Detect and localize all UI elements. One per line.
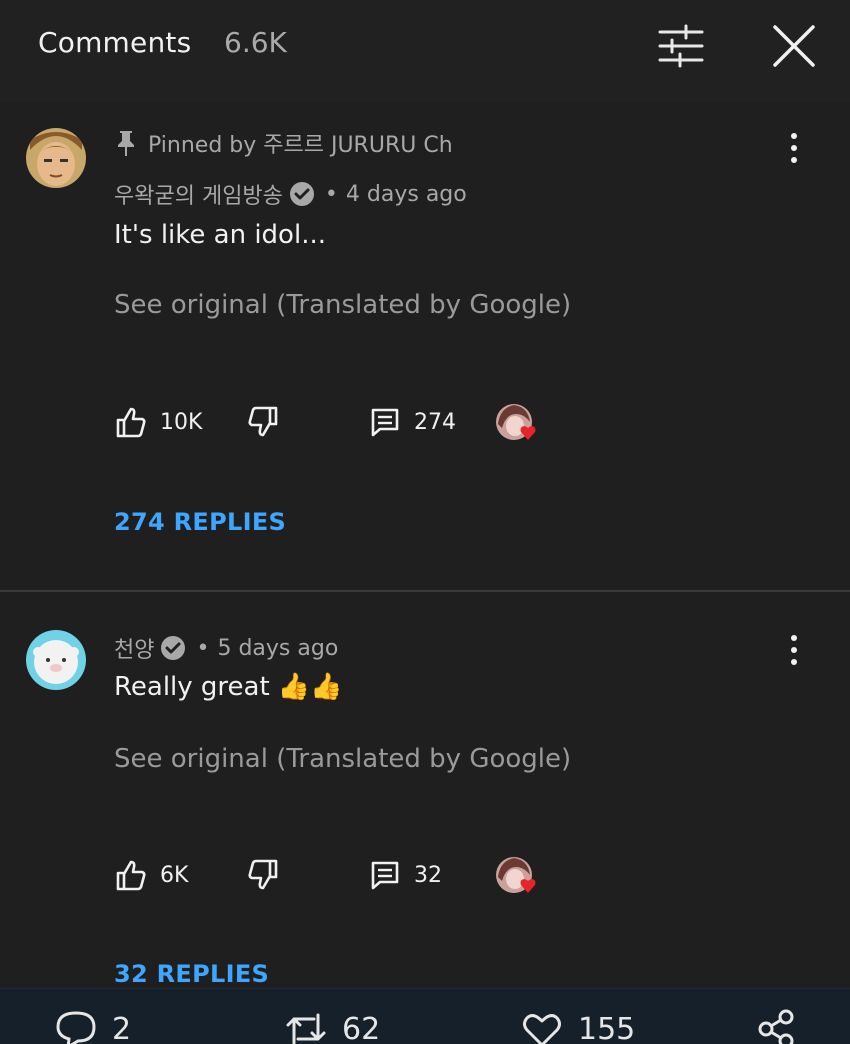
thumbs-up-icon xyxy=(116,407,146,438)
share-action[interactable] xyxy=(754,1007,798,1044)
tweet-action-bar: 2 62 155 xyxy=(0,988,850,1044)
heart-icon xyxy=(523,1014,561,1044)
like-action[interactable]: 155 xyxy=(520,1007,635,1044)
view-replies-button[interactable]: 274 REPLIES xyxy=(114,508,286,536)
like-count: 10K xyxy=(160,409,203,435)
creator-heart-icon xyxy=(496,857,536,893)
pinned-indicator: Pinned by 주르르 JURURU Ch xyxy=(114,128,453,158)
retweet-count: 62 xyxy=(342,1011,381,1044)
author-name[interactable]: 우왁굳의 게임방송 xyxy=(114,178,283,210)
reply-count: 32 xyxy=(414,862,442,888)
header-title: Comments xyxy=(38,26,192,59)
pin-icon xyxy=(118,131,134,156)
reply-button[interactable]: 274 xyxy=(368,402,456,442)
reply-count: 2 xyxy=(112,1011,132,1044)
comment-text: Really great 👍👍 xyxy=(114,672,343,702)
cartoon-face-avatar-icon xyxy=(26,128,86,188)
retweet-action[interactable]: 62 xyxy=(284,1007,380,1044)
comment-meta: 우왁굳의 게임방송 • 4 days ago xyxy=(114,178,467,210)
separator-dot: • xyxy=(324,181,338,207)
close-icon[interactable] xyxy=(770,22,818,70)
comment-time: 4 days ago xyxy=(345,181,467,207)
like-button[interactable]: 6K xyxy=(114,855,188,895)
verified-check-icon xyxy=(161,636,186,660)
avatar[interactable] xyxy=(26,630,86,690)
view-replies-button[interactable]: 32 REPLIES xyxy=(114,960,269,988)
pinned-label: Pinned by 주르르 JURURU Ch xyxy=(148,133,453,158)
like-count: 155 xyxy=(578,1011,636,1044)
reply-count: 274 xyxy=(414,409,456,435)
avatar[interactable] xyxy=(26,128,86,188)
separator-dot: • xyxy=(196,635,210,661)
comment-actions: 10K 274 xyxy=(114,402,574,442)
retweet-icon xyxy=(286,1013,326,1044)
author-name[interactable]: 천양 xyxy=(114,632,154,664)
comment-meta: 천양 • 5 days ago xyxy=(114,632,338,664)
reply-button[interactable]: 32 xyxy=(368,855,442,895)
comment-count: 6.6K xyxy=(224,26,287,59)
like-button[interactable]: 10K xyxy=(114,402,202,442)
comment-actions: 6K 32 xyxy=(114,855,574,895)
comment-icon xyxy=(371,861,399,890)
comment-icon xyxy=(371,408,399,437)
more-vert-icon[interactable] xyxy=(778,630,810,670)
thumbs-down-icon xyxy=(248,859,278,890)
share-icon xyxy=(758,1009,794,1044)
comment-thread: Pinned by 주르르 JURURU Ch 우왁굳의 게임방송 • 4 da… xyxy=(0,102,850,590)
thumbs-down-icon xyxy=(248,406,278,437)
verified-check-icon xyxy=(289,182,314,206)
creator-heart-icon xyxy=(496,404,536,440)
comment-text: It's like an idol... xyxy=(114,220,326,250)
dislike-button[interactable] xyxy=(246,855,280,895)
like-count: 6K xyxy=(160,862,189,888)
more-vert-icon[interactable] xyxy=(778,128,810,168)
comment-time: 5 days ago xyxy=(217,635,339,661)
dislike-button[interactable] xyxy=(246,402,280,442)
see-original-link[interactable]: See original (Translated by Google) xyxy=(114,290,571,320)
reply-action[interactable]: 2 xyxy=(54,1007,131,1044)
see-original-link[interactable]: See original (Translated by Google) xyxy=(114,744,571,774)
comment-thread: 천양 • 5 days ago Really great 👍👍 See orig… xyxy=(0,592,850,990)
sheep-avatar-icon xyxy=(26,630,86,690)
sliders-icon[interactable] xyxy=(656,24,706,68)
comments-header: Comments 6.6K xyxy=(0,0,850,102)
thumbs-up-icon xyxy=(116,860,146,891)
speech-bubble-icon xyxy=(56,1011,96,1044)
